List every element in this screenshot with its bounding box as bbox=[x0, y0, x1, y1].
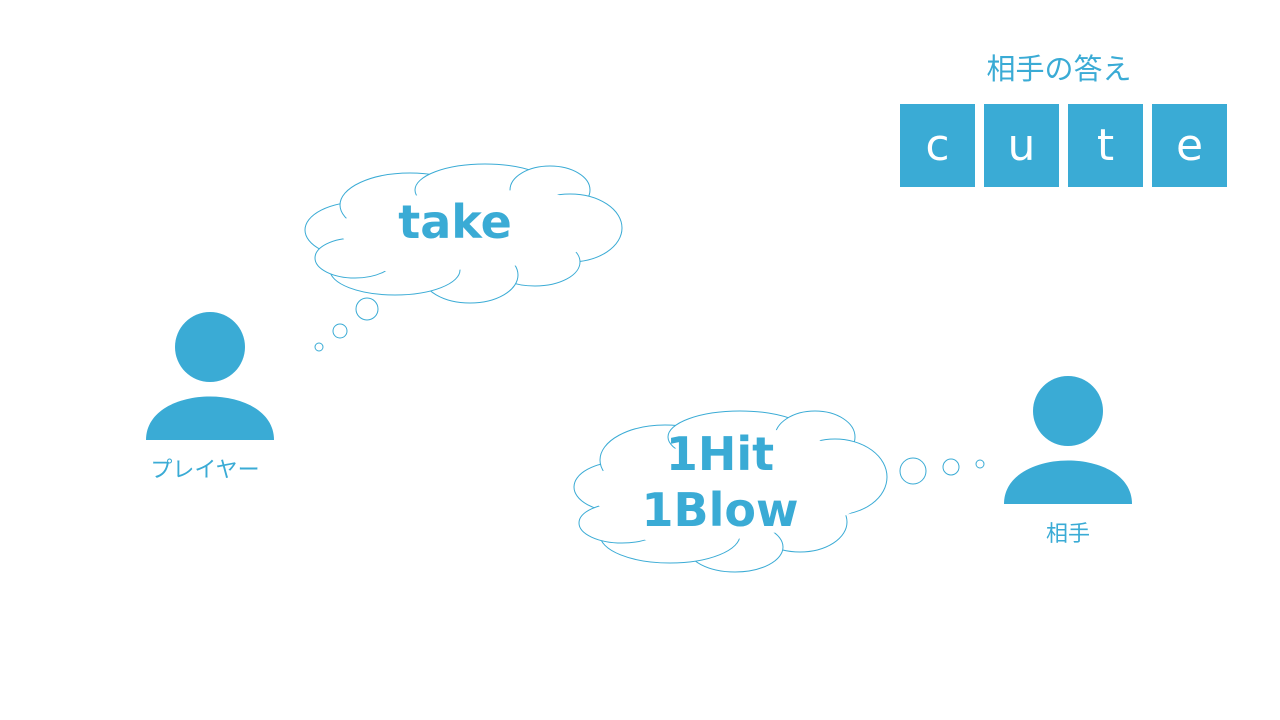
player-person-icon bbox=[146, 312, 274, 440]
answer-letter-tile: c bbox=[900, 104, 975, 187]
opponent-reply-line2: 1Blow bbox=[641, 483, 799, 537]
opponent-label: 相手 bbox=[1045, 522, 1090, 547]
diagram-canvas: 相手の答え c u t e take プレイヤー 1Hit 1Blow 相手 bbox=[0, 0, 1280, 720]
player-thought-cloud-icon bbox=[304, 163, 623, 352]
answer-title: 相手の答え bbox=[986, 52, 1132, 86]
opponent-person-icon bbox=[1004, 376, 1132, 504]
answer-letter-tile: u bbox=[984, 104, 1059, 187]
player-guess-text: take bbox=[398, 195, 512, 249]
answer-letter-tile: t bbox=[1068, 104, 1143, 187]
player-label: プレイヤー bbox=[150, 458, 260, 483]
opponent-reply-line1: 1Hit bbox=[665, 427, 775, 481]
answer-letter-tile: e bbox=[1152, 104, 1227, 187]
answer-tiles: c u t e bbox=[900, 104, 1227, 187]
